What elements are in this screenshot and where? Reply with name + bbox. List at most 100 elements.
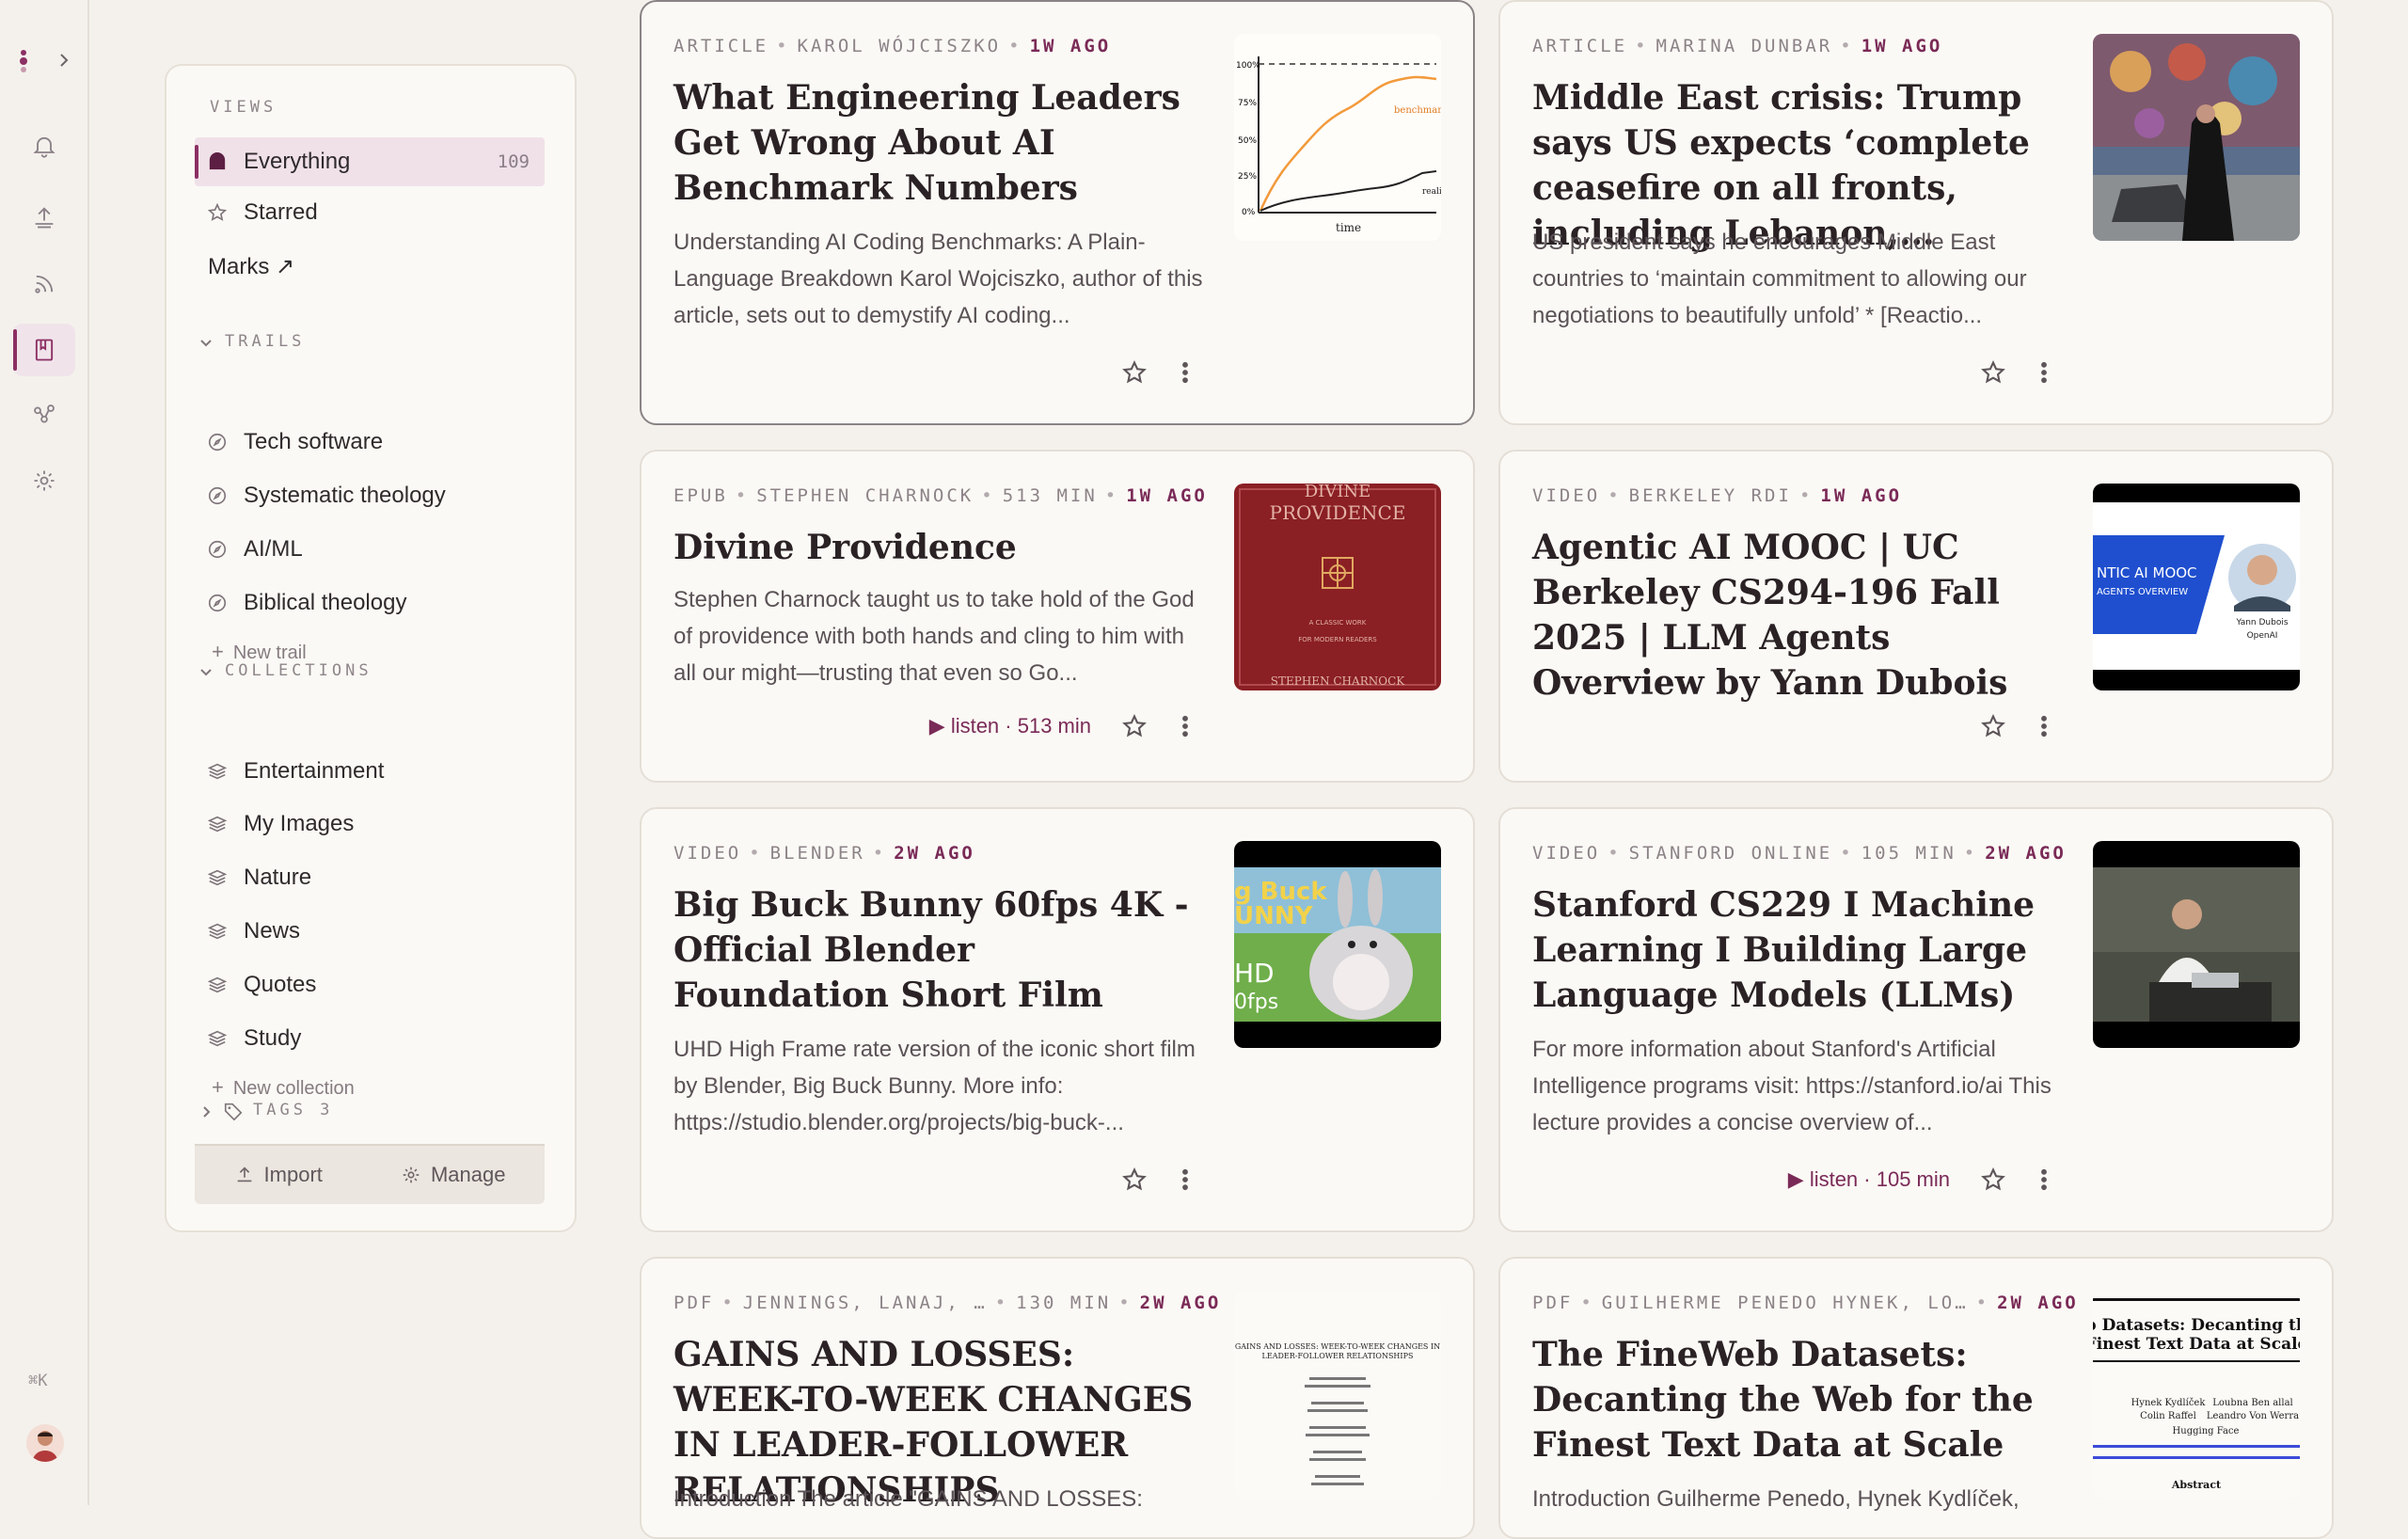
card-age: 2W AGO — [894, 843, 975, 864]
chevron-down-icon[interactable] — [198, 664, 214, 679]
rss-icon[interactable] — [24, 264, 64, 304]
star-icon[interactable] — [1121, 359, 1148, 386]
more-menu-icon[interactable] — [2031, 359, 2057, 386]
svg-text:OpenAI: OpenAI — [2247, 631, 2278, 641]
svg-text:AGENTS OVERVIEW: AGENTS OVERVIEW — [2097, 587, 2188, 597]
chevron-down-icon[interactable] — [198, 335, 214, 350]
content-card[interactable]: PDF • GUILHERME PENEDO HYNEK, LO… • 2W AGO T… — [1498, 1257, 2334, 1539]
card-age: 1W AGO — [1820, 485, 1903, 506]
more-menu-icon[interactable] — [1172, 1166, 1198, 1193]
collection-item[interactable]: Nature — [195, 853, 545, 902]
card-thumbnail[interactable]: GAINS AND LOSSES: WEEK-TO-WEEK CHANGES I… — [1234, 1291, 1441, 1498]
tags-heading[interactable]: TAGS 3 — [253, 1101, 333, 1119]
card-title[interactable]: Big Buck Bunny 60fps 4K - Official Blend… — [673, 882, 1200, 1018]
view-label: Everything — [244, 149, 351, 174]
svg-text:DIVINE: DIVINE — [1305, 484, 1371, 501]
new-collection-button[interactable]: + New collection — [212, 1075, 355, 1100]
card-title[interactable]: Stanford CS229 I Machine Learning I Buil… — [1532, 882, 2059, 1018]
svg-text:50%: 50% — [1238, 136, 1257, 146]
content-card[interactable]: ARTICLE • MARINA DUNBAR • 1W AGO Middle East… — [1498, 0, 2334, 425]
app-logo-icon[interactable] — [13, 45, 34, 77]
content-card[interactable]: ARTICLE • KAROL WÓJCISZKO • 1W AGO What Engi… — [640, 0, 1475, 425]
content-card[interactable]: PDF • JENNINGS, LANAJ, … • 130 MIN • 2W AGO GA… — [640, 1257, 1475, 1539]
collections-heading[interactable]: COLLECTIONS — [225, 661, 372, 680]
trails-heading[interactable]: TRAILS — [225, 332, 305, 351]
card-title[interactable]: The FineWeb Datasets: Decanting the Web … — [1532, 1332, 2059, 1468]
chevron-right-icon[interactable] — [198, 1104, 214, 1119]
trail-item[interactable]: Biblical theology — [195, 579, 545, 627]
content-card[interactable]: EPUB • STEPHEN CHARNOCK • 513 MIN • 1W AGO Div… — [640, 450, 1475, 783]
view-everything[interactable]: Everything 109 — [195, 137, 545, 186]
card-author: KAROL WÓJCISZKO — [797, 36, 1002, 56]
card-description: For more information about Stanford's Ar… — [1532, 1037, 2052, 1135]
manage-button[interactable]: Manage — [401, 1163, 505, 1187]
more-menu-icon[interactable] — [2031, 713, 2057, 739]
star-icon[interactable] — [1121, 1166, 1148, 1193]
collection-item[interactable]: My Images — [195, 800, 545, 849]
content-card[interactable]: VIDEO • BLENDER • 2W AGO Big Buck Bunny 60fp… — [640, 807, 1475, 1232]
star-icon[interactable] — [1121, 713, 1148, 739]
content-card[interactable]: VIDEO • BERKELEY RDI • 1W AGO Agentic AI MOO… — [1498, 450, 2334, 783]
card-thumbnail[interactable]: DIVINE PROVIDENCE A CLASSIC WORK FOR MOD… — [1234, 484, 1441, 690]
card-description: UHD High Frame rate version of the iconi… — [673, 1037, 1196, 1135]
card-thumbnail[interactable] — [2093, 34, 2300, 241]
svg-text:time: time — [1336, 221, 1361, 234]
card-title[interactable]: Divine Providence — [673, 525, 1200, 570]
collection-label: News — [244, 918, 301, 944]
card-actions — [1980, 713, 2057, 739]
star-icon[interactable] — [1980, 1166, 2006, 1193]
card-thumbnail[interactable]: NTIC AI MOOC AGENTS OVERVIEW Yann Dubois… — [2093, 484, 2300, 690]
card-title[interactable]: What Engineering Leaders Get Wrong About… — [673, 75, 1200, 211]
upload-icon[interactable] — [24, 198, 64, 237]
card-thumbnail[interactable]: eb Datasets: Decanting the Finest Text D… — [2093, 1291, 2300, 1498]
trail-item[interactable]: AI/ML — [195, 525, 545, 574]
more-menu-icon[interactable] — [2031, 1166, 2057, 1193]
card-thumbnail[interactable]: g Buck UNNY HD 0fps — [1234, 841, 1441, 1048]
compass-icon — [206, 538, 229, 561]
library-icon[interactable] — [13, 324, 75, 376]
collection-item[interactable]: Quotes — [195, 960, 545, 1009]
card-description: US president says he encourages Middle E… — [1532, 230, 2027, 328]
pdf-page-image: GAINS AND LOSSES: WEEK-TO-WEEK CHANGES I… — [1235, 1342, 1440, 1485]
view-starred[interactable]: Starred — [195, 188, 545, 237]
bell-icon[interactable] — [24, 126, 64, 166]
inbox-filled-icon — [206, 151, 229, 173]
content-card[interactable]: VIDEO • STANFORD ONLINE • 105 MIN • 2W AGO Sta… — [1498, 807, 2334, 1232]
svg-text:0fps: 0fps — [1234, 991, 1278, 1014]
card-title[interactable]: Agentic AI MOOC | UC Berkeley CS294-196 … — [1532, 525, 2059, 706]
trail-item[interactable]: Systematic theology — [195, 471, 545, 520]
listen-button[interactable]: ▶ listen · 513 min — [929, 714, 1091, 738]
card-type: PDF — [1532, 1293, 1574, 1313]
card-meta: PDF • JENNINGS, LANAJ, … • 130 MIN • 2W AGO — [673, 1293, 1222, 1313]
view-marks-link[interactable]: Marks ↗ — [195, 242, 545, 291]
card-type: VIDEO — [1532, 485, 1601, 506]
collection-item[interactable]: News — [195, 907, 545, 956]
svg-text:GAINS AND LOSSES: WEEK-TO-WEEK: GAINS AND LOSSES: WEEK-TO-WEEK CHANGES I… — [1235, 1342, 1440, 1351]
video-thumbnail-image: NTIC AI MOOC AGENTS OVERVIEW Yann Dubois… — [2093, 502, 2300, 670]
card-meta: VIDEO • BERKELEY RDI • 1W AGO — [1532, 485, 1903, 506]
card-actions: ▶ listen · 513 min — [929, 713, 1198, 739]
listen-button[interactable]: ▶ listen · 105 min — [1788, 1167, 1950, 1192]
card-length: 513 MIN — [1002, 485, 1098, 506]
tag-icon — [224, 1103, 243, 1121]
trail-label: Biblical theology — [244, 590, 407, 615]
collection-item[interactable]: Entertainment — [195, 747, 545, 796]
more-menu-icon[interactable] — [1172, 359, 1198, 386]
layers-icon — [206, 813, 229, 835]
svg-text:Hugging Face: Hugging Face — [2173, 1426, 2240, 1436]
card-description: Introduction The article "GAINS AND LOSS… — [673, 1486, 1143, 1512]
star-icon[interactable] — [1980, 713, 2006, 739]
trail-item[interactable]: Tech software — [195, 418, 545, 467]
collection-item[interactable]: Study — [195, 1014, 545, 1063]
star-icon[interactable] — [1980, 359, 2006, 386]
card-thumbnail[interactable] — [2093, 841, 2300, 1048]
import-button[interactable]: Import — [234, 1163, 323, 1187]
more-menu-icon[interactable] — [1172, 713, 1198, 739]
card-thumbnail[interactable]: 100% 75% 50% 25% 0% benchmark reality ti… — [1234, 34, 1441, 241]
settings-icon[interactable] — [24, 461, 64, 500]
svg-text:FOR MODERN READERS: FOR MODERN READERS — [1298, 636, 1377, 643]
chevron-right-icon[interactable] — [55, 51, 73, 70]
graph-icon[interactable] — [24, 395, 64, 435]
user-avatar[interactable] — [26, 1424, 64, 1462]
card-age: 1W AGO — [1861, 36, 1943, 56]
